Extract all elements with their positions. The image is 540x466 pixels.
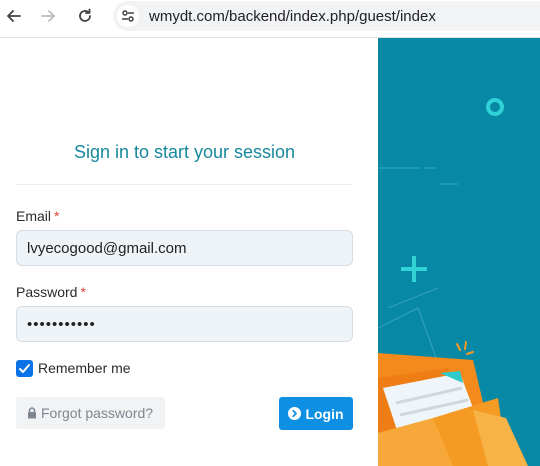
illustration-panel (378, 38, 540, 466)
url-text[interactable]: wmydt.com/backend/index.php/guest/index (149, 8, 436, 25)
checkmark-icon (19, 363, 30, 373)
password-label-group: Password * (16, 284, 86, 300)
back-button[interactable] (3, 5, 25, 27)
lock-icon (27, 407, 37, 419)
forgot-password-label: Forgot password? (41, 405, 154, 421)
reload-button[interactable] (74, 5, 96, 27)
tune-icon (122, 10, 134, 22)
password-value: ••••••••••• (27, 315, 96, 333)
envelope (378, 353, 528, 466)
arrow-left-icon (7, 10, 21, 22)
email-label: Email (16, 208, 52, 224)
required-mark: * (54, 208, 60, 224)
email-label-group: Email * (16, 208, 59, 224)
chevron-circle-right-icon (288, 407, 302, 420)
forgot-password-button[interactable]: Forgot password? (16, 397, 165, 429)
site-settings-button[interactable] (117, 5, 139, 27)
envelope-illustration (378, 98, 528, 466)
email-field[interactable]: lvyecogood@gmail.com (16, 230, 353, 266)
required-mark: * (80, 284, 86, 300)
remember-me-group[interactable]: Remember me (16, 358, 131, 378)
login-panel: Sign in to start your session Email * lvy… (0, 38, 378, 466)
login-button[interactable]: Login (279, 397, 353, 430)
ring-decoration (486, 98, 504, 116)
remember-me-checkbox[interactable] (16, 359, 33, 377)
address-bar[interactable]: wmydt.com/backend/index.php/guest/index (113, 1, 540, 31)
arrow-right-icon (41, 10, 55, 22)
page-title: Sign in to start your session (73, 142, 296, 162)
login-label: Login (305, 405, 344, 422)
divider (16, 184, 353, 185)
email-value: lvyecogood@gmail.com (27, 239, 187, 257)
reload-icon (79, 8, 91, 22)
plus-icon (401, 256, 427, 282)
password-field[interactable]: ••••••••••• (16, 306, 353, 342)
browser-toolbar: wmydt.com/backend/index.php/guest/index (0, 0, 540, 38)
forward-button[interactable] (37, 5, 59, 27)
remember-me-label[interactable]: Remember me (38, 360, 131, 376)
password-label: Password (16, 284, 78, 300)
